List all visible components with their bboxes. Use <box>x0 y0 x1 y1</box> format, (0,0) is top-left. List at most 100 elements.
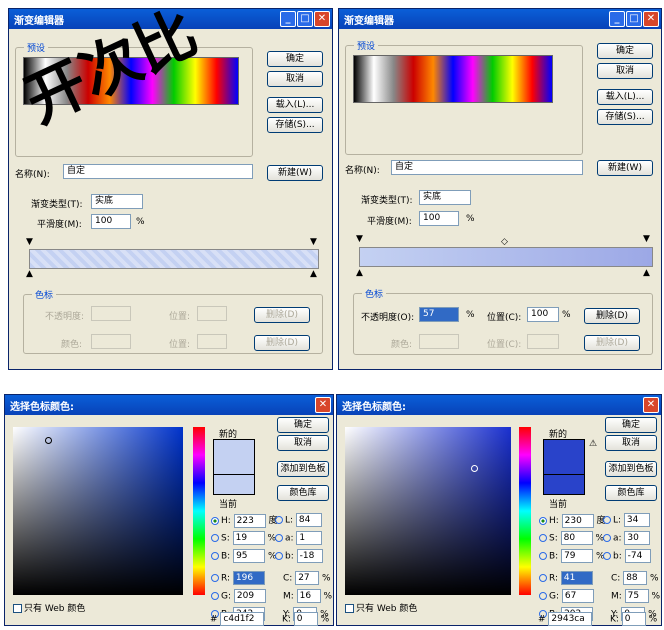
minimize-icon[interactable]: _ <box>609 11 625 27</box>
radio-g[interactable] <box>539 592 547 600</box>
radio-b[interactable] <box>211 552 219 560</box>
hsb-h-row[interactable]: H: 230 度 <box>539 513 606 528</box>
color-field-cursor[interactable] <box>45 437 52 444</box>
rgb-g-row[interactable]: G: 67 <box>539 589 594 603</box>
cmyk-m-row[interactable]: M: 16 % <box>283 589 332 603</box>
delete-button[interactable]: 删除(D) <box>254 307 310 323</box>
cmyk-c-row[interactable]: C: 27 % <box>283 571 331 585</box>
k-field[interactable]: 0 <box>293 612 318 626</box>
name-field[interactable]: 自定 <box>391 160 583 175</box>
color-stop-icon[interactable]: ▲ <box>643 268 650 278</box>
m-field[interactable]: 75 <box>624 589 649 603</box>
radio-l[interactable] <box>275 516 283 524</box>
presets-grid[interactable] <box>353 55 553 103</box>
cp1-k-row[interactable]: K: 0 % <box>282 612 329 626</box>
radio-h[interactable] <box>539 516 547 525</box>
g-field[interactable]: 209 <box>233 589 266 603</box>
radio-l[interactable] <box>603 516 611 524</box>
h-field[interactable]: 230 <box>561 513 594 528</box>
add-to-swatches-button[interactable]: 添加到色板 <box>605 461 657 477</box>
ok-button[interactable]: 确定 <box>277 417 329 433</box>
ok-button[interactable]: 确定 <box>267 51 323 67</box>
hsb-s-row[interactable]: S: 19 % <box>211 531 276 545</box>
new-button[interactable]: 新建(W) <box>597 160 653 176</box>
position-field[interactable] <box>197 334 227 349</box>
checkbox-icon[interactable] <box>345 604 354 613</box>
cancel-button[interactable]: 取消 <box>267 71 323 87</box>
minimize-icon[interactable]: _ <box>280 11 296 27</box>
web-only-checkbox[interactable]: 只有 Web 颜色 <box>13 601 85 614</box>
opacity-stop-icon[interactable]: ▼ <box>310 237 317 247</box>
h-field[interactable]: 223 <box>233 513 266 528</box>
delete-button[interactable]: 删除(D) <box>584 335 640 351</box>
lab-l-row[interactable]: L: 34 <box>603 513 650 527</box>
color-field-cursor[interactable] <box>471 465 478 472</box>
radio-a[interactable] <box>275 534 283 542</box>
warning-icon[interactable]: ⚠ <box>589 439 597 449</box>
delete-button[interactable]: 删除(D) <box>254 335 310 351</box>
rgb-r-row[interactable]: R: 41 <box>539 571 593 585</box>
type-select[interactable]: 实底 <box>419 190 471 205</box>
maximize-icon[interactable]: □ <box>626 11 642 27</box>
s-field[interactable]: 80 <box>560 531 593 545</box>
ok-button[interactable]: 确定 <box>605 417 657 433</box>
color-swatch[interactable] <box>419 334 459 349</box>
hex-field[interactable]: 2943ca <box>548 612 593 626</box>
rgb-r-row[interactable]: R: 196 <box>211 571 265 585</box>
l-field[interactable]: 34 <box>623 513 650 527</box>
g-field[interactable]: 67 <box>561 589 594 603</box>
opacity-stop-icon[interactable]: ▼ <box>356 234 363 244</box>
color-stop-icon[interactable]: ▲ <box>26 269 33 279</box>
load-button[interactable]: 载入(L)... <box>267 97 323 113</box>
hsb-b-row[interactable]: B: 79 % <box>539 549 605 563</box>
hsb-s-row[interactable]: S: 80 % <box>539 531 604 545</box>
color-field[interactable] <box>13 427 183 595</box>
save-button[interactable]: 存储(S)... <box>597 109 653 125</box>
c-field[interactable]: 27 <box>295 571 320 585</box>
current-color-swatch[interactable] <box>213 475 255 495</box>
cp2-hex-row[interactable]: # 2943ca <box>538 612 593 626</box>
load-button[interactable]: 载入(L)... <box>597 89 653 105</box>
lab-a-row[interactable]: a: 30 <box>603 531 651 545</box>
hue-slider[interactable] <box>193 427 205 595</box>
smooth-field[interactable]: 100 <box>91 214 131 229</box>
position-field[interactable] <box>527 334 559 349</box>
opacity-stop-icon[interactable]: ▼ <box>643 234 650 244</box>
name-field[interactable]: 自定 <box>63 164 253 179</box>
close-icon[interactable]: ✕ <box>643 397 659 413</box>
delete-button[interactable]: 删除(D) <box>584 308 640 324</box>
lab-a-row[interactable]: a: 1 <box>275 531 323 545</box>
cmyk-c-row[interactable]: C: 88 % <box>611 571 659 585</box>
hsb-b-row[interactable]: B: 95 % <box>211 549 277 563</box>
r-field[interactable]: 196 <box>232 571 265 585</box>
radio-r[interactable] <box>539 574 547 582</box>
opacity-field[interactable]: 57 <box>419 307 459 322</box>
cp1-hex-row[interactable]: # c4d1f2 <box>210 612 265 626</box>
current-color-swatch[interactable] <box>543 475 585 495</box>
opacity-field[interactable] <box>91 306 131 321</box>
radio-lab-b[interactable] <box>603 552 611 560</box>
cancel-button[interactable]: 取消 <box>597 63 653 79</box>
color-stop-icon[interactable]: ▲ <box>310 269 317 279</box>
gradient-bar[interactable] <box>359 247 653 267</box>
position-field[interactable]: 100 <box>527 307 559 322</box>
new-button[interactable]: 新建(W) <box>267 165 323 181</box>
color-stop-icon[interactable]: ▲ <box>356 268 363 278</box>
gradient-bar[interactable] <box>29 249 319 269</box>
lab-b-row[interactable]: b: -74 <box>603 549 651 563</box>
lab-b-field[interactable]: -74 <box>624 549 651 563</box>
color-field[interactable] <box>345 427 511 595</box>
k-field[interactable]: 0 <box>621 612 646 626</box>
radio-r[interactable] <box>211 574 219 582</box>
radio-b[interactable] <box>539 552 547 560</box>
color-libraries-button[interactable]: 颜色库 <box>605 485 657 501</box>
position-field[interactable] <box>197 306 227 321</box>
add-to-swatches-button[interactable]: 添加到色板 <box>277 461 329 477</box>
maximize-icon[interactable]: □ <box>297 11 313 27</box>
save-button[interactable]: 存储(S)... <box>267 117 323 133</box>
a-field[interactable]: 1 <box>296 531 323 545</box>
hue-slider[interactable] <box>519 427 531 595</box>
midpoint-icon[interactable]: ◇ <box>501 237 508 247</box>
web-only-checkbox[interactable]: 只有 Web 颜色 <box>345 601 417 614</box>
lab-b-row[interactable]: b: -18 <box>275 549 323 563</box>
